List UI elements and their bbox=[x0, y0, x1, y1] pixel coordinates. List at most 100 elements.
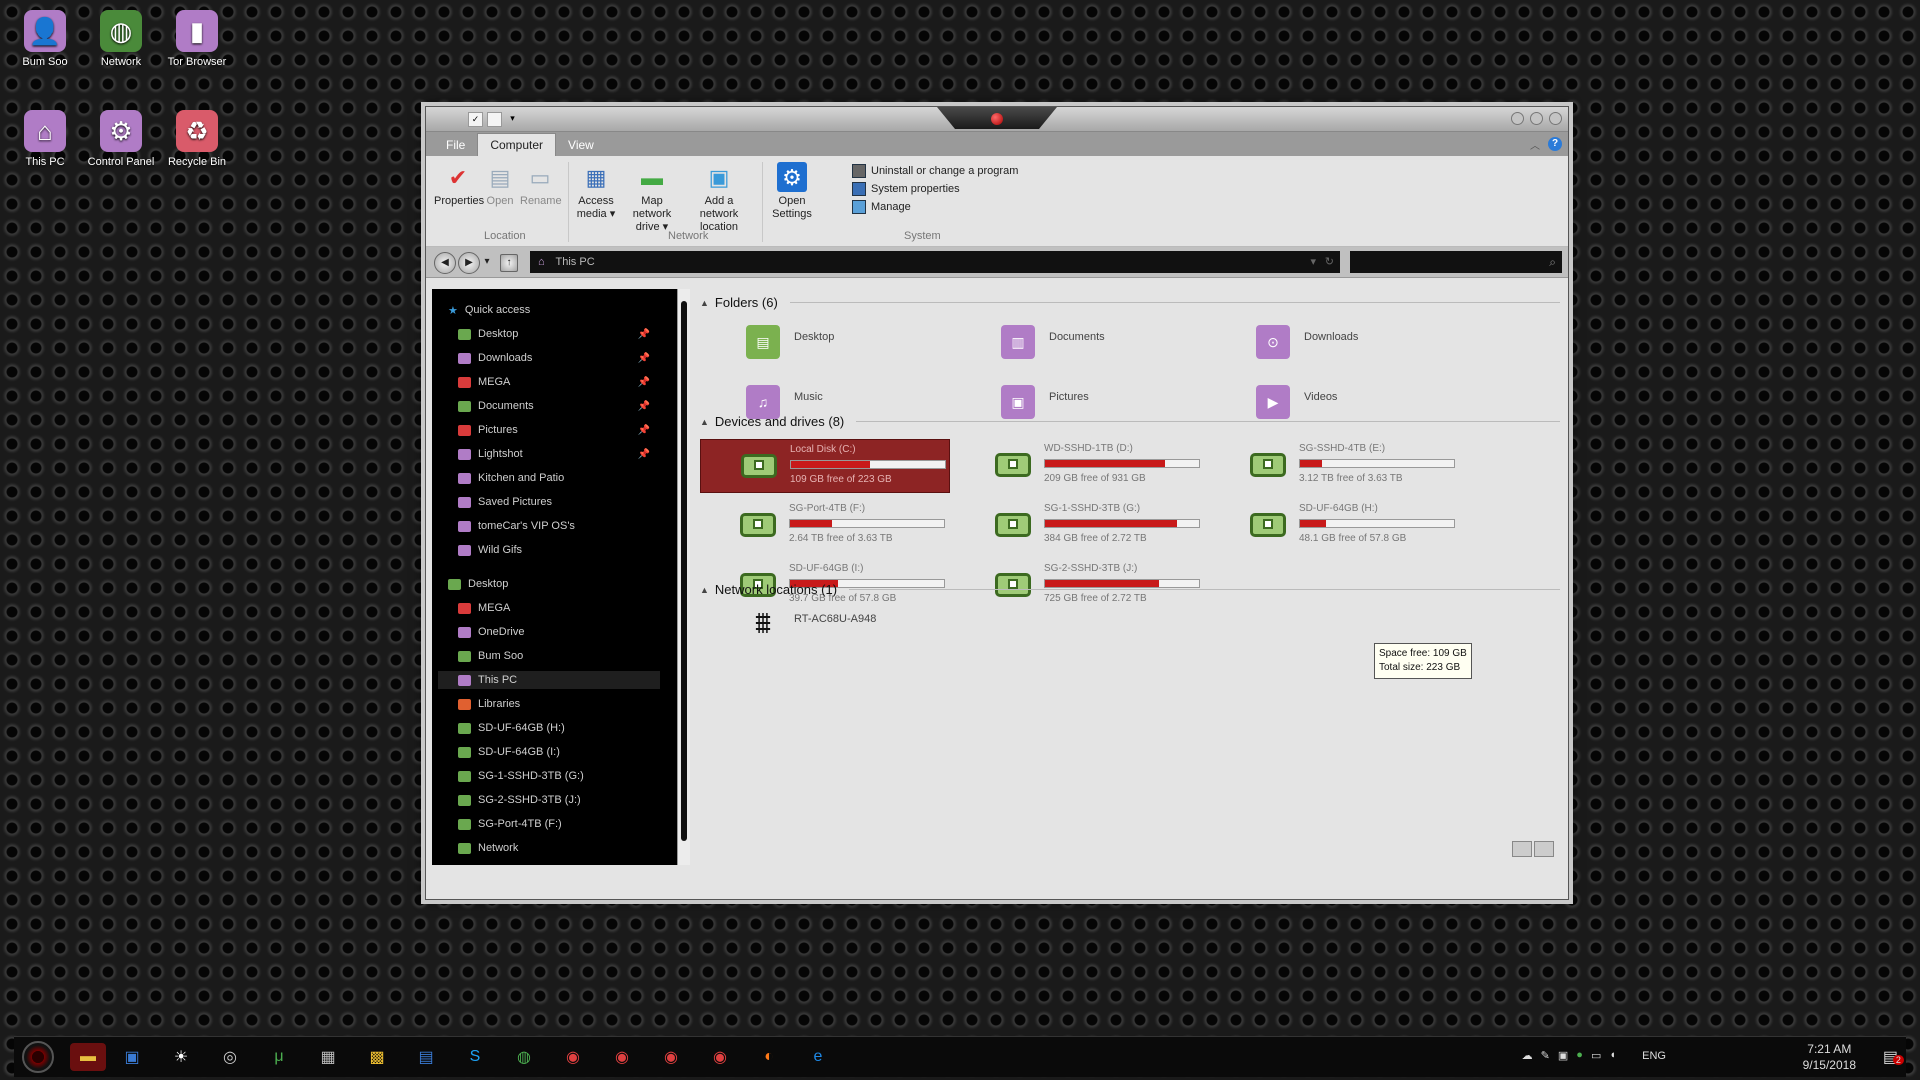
calculator-icon[interactable]: ▦ bbox=[316, 1045, 340, 1069]
edge-icon[interactable]: e bbox=[806, 1045, 830, 1069]
refresh-icon[interactable]: ↻ bbox=[1325, 251, 1334, 273]
tray-app-icon[interactable]: ▣ bbox=[1558, 1049, 1568, 1062]
skype-icon[interactable]: S bbox=[463, 1045, 487, 1069]
clock[interactable]: 7:21 AM 9/15/2018 bbox=[1803, 1041, 1856, 1073]
map-network-drive-button[interactable]: ▬ Map network drive ▾ bbox=[624, 162, 680, 234]
system-properties-button[interactable]: System properties bbox=[852, 182, 960, 196]
nav-pane-scrollbar[interactable] bbox=[677, 289, 690, 865]
folder-documents[interactable]: ▥ Documents bbox=[995, 325, 1235, 373]
chrome-canary-icon[interactable]: ◉ bbox=[610, 1045, 634, 1069]
nav-item-documents[interactable]: Documents 📌 bbox=[458, 397, 658, 415]
nav-item-lightshot[interactable]: Lightshot 📌 bbox=[458, 445, 658, 463]
desktop-icon-network[interactable]: ◍ Network bbox=[86, 10, 156, 68]
drive-item[interactable]: SG-Port-4TB (F:) 2.64 TB free of 3.63 TB bbox=[700, 499, 948, 551]
nav-tree-sd-uf-64gb-h-[interactable]: SD-UF-64GB (H:) bbox=[458, 719, 658, 737]
folder-desktop[interactable]: ▤ Desktop bbox=[740, 325, 980, 373]
nav-tree-sd-uf-64gb-i-[interactable]: SD-UF-64GB (I:) bbox=[458, 743, 658, 761]
tray-pen-icon[interactable]: ✎ bbox=[1541, 1049, 1550, 1062]
tab-view[interactable]: View bbox=[556, 134, 606, 156]
network-section-header[interactable]: ▲ Network locations (1) bbox=[700, 582, 1560, 597]
nav-item-pictures[interactable]: Pictures 📌 bbox=[458, 421, 658, 439]
nav-tree-bum-soo[interactable]: Bum Soo bbox=[458, 647, 658, 665]
desktop-icon-tor-browser[interactable]: ▮ Tor Browser bbox=[162, 10, 232, 68]
forward-button[interactable]: ▶ bbox=[458, 252, 480, 274]
nav-tree-libraries[interactable]: Libraries bbox=[458, 695, 658, 713]
collapse-arrow-icon[interactable]: ▲ bbox=[700, 417, 709, 427]
pin-icon[interactable]: 📌 bbox=[638, 401, 650, 412]
drive-item[interactable]: WD-SSHD-1TB (D:) 209 GB free of 931 GB bbox=[955, 439, 1203, 491]
store-icon[interactable]: ▩ bbox=[365, 1045, 389, 1069]
drive-item[interactable]: Local Disk (C:) 109 GB free of 223 GB bbox=[700, 439, 950, 493]
manage-button[interactable]: Manage bbox=[852, 200, 911, 214]
add-network-location-button[interactable]: ▣ Add a network location bbox=[684, 162, 754, 234]
desktop-icon-bum-soo[interactable]: 👤 Bum Soo bbox=[10, 10, 80, 68]
nav-tree-onedrive[interactable]: OneDrive bbox=[458, 623, 658, 641]
desktop-icon-control-panel[interactable]: ⚙ Control Panel bbox=[86, 110, 156, 168]
pin-icon[interactable]: 📌 bbox=[638, 353, 650, 364]
settings-sun-icon[interactable]: ☀ bbox=[169, 1045, 193, 1069]
folders-section-header[interactable]: ▲ Folders (6) bbox=[700, 295, 1560, 310]
close-button[interactable] bbox=[1549, 112, 1562, 125]
search-magnifier-icon[interactable]: ◎ bbox=[218, 1045, 242, 1069]
chrome-beta-icon[interactable]: ◉ bbox=[708, 1045, 732, 1069]
address-dropdown-chevron-icon[interactable]: ▾ bbox=[1310, 251, 1316, 273]
network-location-router[interactable]: ⩩ RT-AC68U-A948 bbox=[740, 607, 980, 655]
file-explorer-icon[interactable]: ▬ bbox=[70, 1043, 106, 1071]
nav-item-desktop[interactable]: Desktop 📌 bbox=[458, 325, 658, 343]
minimize-button[interactable] bbox=[1511, 112, 1524, 125]
open-button[interactable]: ▤ Open bbox=[484, 162, 516, 208]
nav-tree-network[interactable]: Network bbox=[458, 839, 658, 857]
search-input[interactable]: ⌕ bbox=[1350, 251, 1562, 273]
nav-tree-mega[interactable]: MEGA bbox=[458, 599, 658, 617]
access-media-button[interactable]: ▦ Access media ▾ bbox=[576, 162, 616, 221]
ie-folder-icon[interactable]: ▣ bbox=[120, 1045, 144, 1069]
nav-item-mega[interactable]: MEGA 📌 bbox=[458, 373, 658, 391]
nav-item-kitchen-and-patio[interactable]: Kitchen and Patio bbox=[458, 469, 658, 487]
uninstall-program-button[interactable]: Uninstall or change a program bbox=[852, 164, 1018, 178]
nav-item-saved-pictures[interactable]: Saved Pictures bbox=[458, 493, 658, 511]
tab-computer[interactable]: Computer bbox=[477, 133, 557, 156]
nav-item-tomecar-s-vip-os-s[interactable]: tomeCar's VIP OS's bbox=[458, 517, 658, 535]
language-indicator[interactable]: ENG bbox=[1642, 1050, 1666, 1062]
chrome-icon[interactable]: ◉ bbox=[561, 1045, 585, 1069]
new-folder-quick-icon[interactable] bbox=[487, 112, 502, 127]
start-button[interactable] bbox=[22, 1041, 54, 1073]
customize-quick-access-chevron-icon[interactable]: ▾ bbox=[506, 112, 519, 125]
collapse-arrow-icon[interactable]: ▲ bbox=[700, 298, 709, 308]
rename-button[interactable]: ▭ Rename bbox=[520, 162, 562, 208]
large-icons-view-icon[interactable] bbox=[1534, 841, 1554, 857]
chrome-dev-icon[interactable]: ◉ bbox=[659, 1045, 683, 1069]
nav-tree-this-pc[interactable]: This PC bbox=[438, 671, 660, 689]
maximize-button[interactable] bbox=[1530, 112, 1543, 125]
tray-cloud-icon[interactable]: ☁ bbox=[1522, 1049, 1533, 1062]
utorrent-icon[interactable]: μ bbox=[267, 1045, 291, 1069]
collapse-ribbon-chevron-icon[interactable]: ︿ bbox=[1530, 137, 1540, 152]
nav-tree-sg-2-sshd-3tb-j-[interactable]: SG-2-SSHD-3TB (J:) bbox=[458, 791, 658, 809]
nav-tree-desktop[interactable]: Desktop bbox=[448, 575, 648, 593]
properties-quick-icon[interactable]: ✓ bbox=[468, 112, 483, 127]
drive-item[interactable]: SG-1-SSHD-3TB (G:) 384 GB free of 2.72 TB bbox=[955, 499, 1203, 551]
properties-button[interactable]: ✔ Properties bbox=[434, 162, 484, 208]
details-view-icon[interactable] bbox=[1512, 841, 1532, 857]
recent-locations-chevron-icon[interactable]: ▾ bbox=[482, 252, 492, 272]
firefox-icon[interactable]: ◐ bbox=[757, 1045, 781, 1069]
folder-downloads[interactable]: ⊙ Downloads bbox=[1250, 325, 1490, 373]
open-settings-button[interactable]: ⚙ Open Settings bbox=[770, 162, 814, 221]
back-button[interactable]: ◀ bbox=[434, 252, 456, 274]
tab-file[interactable]: File bbox=[434, 134, 477, 156]
nav-tree-sg-1-sshd-3tb-g-[interactable]: SG-1-SSHD-3TB (G:) bbox=[458, 767, 658, 785]
tray-volume-icon[interactable]: ◖ bbox=[1609, 1049, 1616, 1062]
action-center-icon[interactable]: ▤ 2 bbox=[1883, 1047, 1904, 1067]
nav-tree-control-panel[interactable]: Control Panel bbox=[458, 863, 658, 865]
tray-network-icon[interactable]: ▭ bbox=[1591, 1049, 1601, 1062]
tray-utorrent-icon[interactable]: ● bbox=[1576, 1049, 1583, 1062]
drive-item[interactable]: SD-UF-64GB (H:) 48.1 GB free of 57.8 GB bbox=[1210, 499, 1458, 551]
drive-item[interactable]: SG-SSHD-4TB (E:) 3.12 TB free of 3.63 TB bbox=[1210, 439, 1458, 491]
desktop-icon-recycle-bin[interactable]: ♻ Recycle Bin bbox=[162, 110, 232, 168]
collapse-arrow-icon[interactable]: ▲ bbox=[700, 585, 709, 595]
up-button[interactable]: ↑ bbox=[500, 254, 518, 272]
nav-quick-access[interactable]: ★ Quick access bbox=[448, 301, 648, 319]
pin-icon[interactable]: 📌 bbox=[638, 329, 650, 340]
help-icon[interactable]: ? bbox=[1548, 137, 1562, 151]
nav-item-downloads[interactable]: Downloads 📌 bbox=[458, 349, 658, 367]
